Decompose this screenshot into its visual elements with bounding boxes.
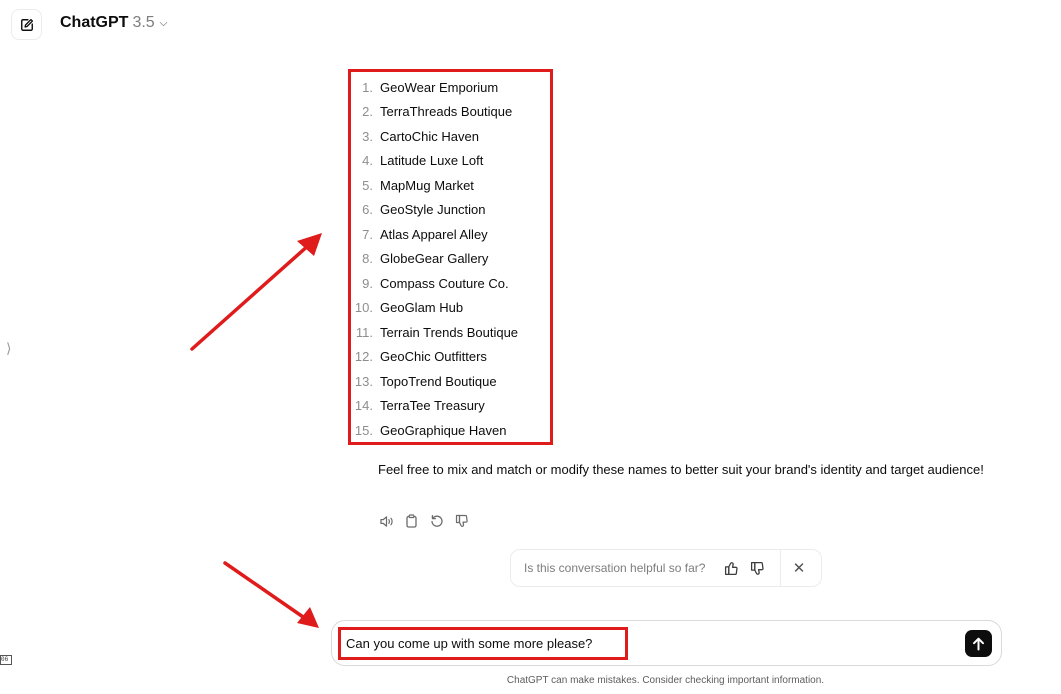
model-version: 3.5 [132, 14, 155, 31]
list-number: 4. [362, 153, 373, 169]
list-item: 9. Compass Couture Co. [351, 271, 550, 296]
list-text: GeoGlam Hub [380, 300, 464, 316]
list-item: 5. MapMug Market [351, 173, 550, 198]
sidebar-toggle-icon[interactable]: ⟩ [6, 339, 16, 357]
list-item: 13. TopoTrend Boutique [351, 369, 550, 394]
list-item: 12. GeoChic Outfitters [351, 345, 550, 370]
regenerate-icon[interactable] [428, 513, 445, 529]
close-icon[interactable]: ✕ [792, 559, 806, 577]
list-text: GeoGraphique Haven [380, 422, 507, 438]
annotation-arrow-to-input [223, 561, 319, 628]
list-item: 7. Atlas Apparel Alley [351, 222, 550, 247]
list-number: 12. [354, 349, 373, 365]
list-number: 8. [362, 251, 373, 267]
chevron-down-icon: ⌵ [159, 17, 168, 29]
list-text: GeoChic Outfitters [380, 349, 487, 365]
list-text: Compass Couture Co. [380, 275, 509, 291]
copy-icon[interactable] [403, 513, 420, 529]
message-input[interactable]: Can you come up with some more please? [338, 627, 628, 660]
message-actions [378, 513, 470, 529]
thumbs-up-icon[interactable] [722, 559, 740, 577]
list-item: 4. Latitude Luxe Loft [351, 149, 550, 174]
arrow-up-icon [973, 637, 984, 650]
divider [780, 549, 781, 587]
list-item: 11. Terrain Trends Boutique [351, 320, 550, 345]
list-text: GeoWear Emporium [380, 79, 499, 95]
list-item: 14. TerraTee Treasury [351, 394, 550, 419]
list-text: Atlas Apparel Alley [380, 226, 488, 242]
list-text: GeoStyle Junction [380, 202, 486, 218]
thumbs-down-icon[interactable] [748, 559, 766, 577]
assistant-closing-text: Feel free to mix and match or modify the… [378, 462, 984, 477]
disclaimer: ChatGPT can make mistakes. Consider chec… [506, 675, 825, 686]
list-text: Terrain Trends Boutique [380, 324, 519, 340]
list-text: CartoChic Haven [380, 128, 479, 144]
list-number: 6. [362, 202, 373, 218]
feedback-question: Is this conversation helpful so far? [524, 561, 706, 575]
store-names-list: 1. GeoWear Emporium 2. TerraThreads Boutiq… [348, 69, 553, 445]
list-text: GlobeGear Gallery [380, 251, 489, 267]
list-item: 6. GeoStyle Junction [351, 198, 550, 223]
app-name: ChatGPT [60, 14, 129, 31]
list-item: 3. CartoChic Haven [351, 124, 550, 149]
list-number: 3. [362, 128, 373, 144]
list-item: 2. TerraThreads Boutique [351, 100, 550, 125]
edit-icon [20, 18, 33, 31]
list-number: 7. [362, 226, 373, 242]
read-aloud-icon[interactable] [378, 513, 395, 529]
list-text: TopoTrend Boutique [380, 373, 497, 389]
message-composer: Can you come up with some more please? [331, 620, 1002, 666]
list-item: 8. GlobeGear Gallery [351, 247, 550, 272]
list-number: 15. [354, 422, 373, 438]
list-text: MapMug Market [380, 177, 474, 193]
list-text: Latitude Luxe Loft [380, 153, 484, 169]
annotation-arrow-to-list [190, 233, 322, 351]
list-item: 1. GeoWear Emporium [351, 75, 550, 100]
list-number: 1. [362, 79, 373, 95]
list-item: 15. GeoGraphique Haven [351, 418, 550, 443]
feedback-prompt: Is this conversation helpful so far? ✕ [510, 549, 822, 587]
send-button[interactable] [965, 630, 992, 657]
list-number: 9. [362, 275, 373, 291]
new-chat-button[interactable] [11, 9, 42, 40]
list-number: 14. [354, 398, 373, 414]
list-text: TerraThreads Boutique [380, 104, 513, 120]
list-number: 13. [354, 373, 373, 389]
list-number: 10. [354, 300, 373, 316]
model-selector[interactable]: ChatGPT 3.5 ⌵ [60, 14, 167, 32]
list-item: 10. GeoGlam Hub [351, 296, 550, 321]
thumbs-down-icon[interactable] [453, 513, 470, 529]
list-number: 11. [355, 324, 373, 340]
list-number: 2. [362, 104, 373, 120]
list-text: TerraTee Treasury [380, 398, 485, 414]
list-number: 5. [362, 177, 373, 193]
corner-label: 06 [0, 655, 12, 665]
